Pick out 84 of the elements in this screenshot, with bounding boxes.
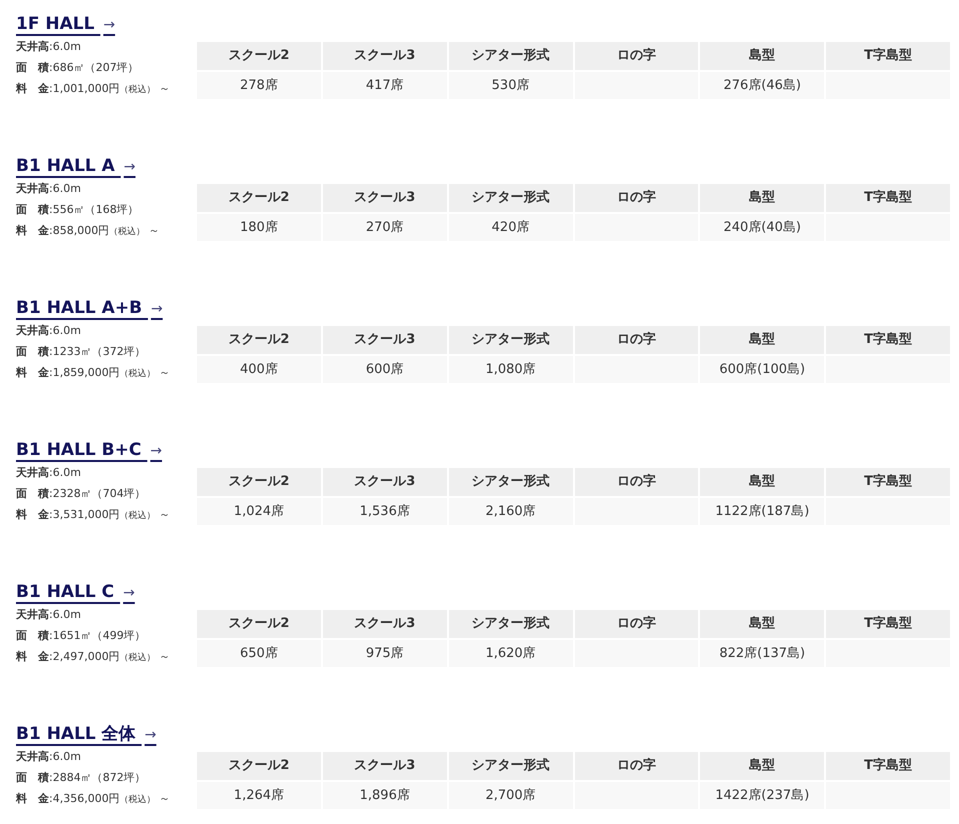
- column-header: ロの字: [574, 468, 698, 496]
- column-header: 島型: [700, 326, 824, 354]
- table-cell: 2,700席: [448, 782, 572, 809]
- column-header: シアター形式: [448, 752, 572, 780]
- column-header: シアター形式: [448, 42, 572, 70]
- table-cell: 822席(137島): [700, 640, 824, 667]
- hall-link[interactable]: B1 HALL C →: [16, 580, 135, 604]
- hall-link[interactable]: B1 HALL A+B →: [16, 296, 163, 320]
- column-header: スクール3: [322, 752, 447, 780]
- table-cell: 270席: [322, 214, 447, 241]
- info-line: 天井高:6.0m: [16, 39, 82, 55]
- table-cell: 530席: [448, 72, 572, 99]
- column-header: スクール2: [197, 326, 321, 354]
- table-cell: 600席: [322, 356, 447, 383]
- info-line: 天井高:6.0m: [16, 749, 82, 765]
- column-header: T字島型: [826, 326, 950, 354]
- column-header: スクール3: [322, 184, 447, 212]
- table-cell: 600席(100島): [700, 356, 824, 383]
- info-line: 料 金:2,497,000円（税込） ～: [16, 649, 172, 665]
- table-cell: 2,160席: [448, 498, 572, 525]
- info-line: 天井高:6.0m: [16, 607, 82, 623]
- column-header: スクール2: [197, 184, 321, 212]
- table-cell: 1,896席: [322, 782, 447, 809]
- info-line: 面 積:1651㎡（499坪）: [16, 628, 147, 644]
- hall-link[interactable]: B1 HALL 全体 →: [16, 722, 156, 746]
- table-cell: 975席: [322, 640, 447, 667]
- column-header: スクール3: [322, 468, 447, 496]
- table-cell: 420席: [448, 214, 572, 241]
- column-header: シアター形式: [448, 326, 572, 354]
- info-line: 面 積:2884㎡（872坪）: [16, 770, 147, 786]
- info-line: 料 金:1,859,000円（税込） ～: [16, 365, 172, 381]
- info-line: 面 積:556㎡（168坪）: [16, 202, 140, 218]
- table-cell: 278席: [197, 72, 321, 99]
- hall-link[interactable]: 1F HALL →: [16, 12, 116, 36]
- column-header: 島型: [700, 42, 824, 70]
- column-header: 島型: [700, 184, 824, 212]
- info-line: 料 金:4,356,000円（税込） ～: [16, 791, 172, 807]
- column-header: T字島型: [826, 184, 950, 212]
- table-cell: 400席: [197, 356, 321, 383]
- info-line: 天井高:6.0m: [16, 181, 82, 197]
- column-header: スクール2: [197, 468, 321, 496]
- column-header: ロの字: [574, 752, 698, 780]
- table-cell: 1,024席: [197, 498, 321, 525]
- column-header: T字島型: [826, 468, 950, 496]
- info-line: 料 金:858,000円（税込） ～: [16, 223, 161, 239]
- column-header: シアター形式: [448, 610, 572, 638]
- column-header: T字島型: [826, 752, 950, 780]
- column-header: 島型: [700, 752, 824, 780]
- info-line: 天井高:6.0m: [16, 465, 82, 481]
- column-header: 島型: [700, 468, 824, 496]
- info-line: 面 積:2328㎡（704坪）: [16, 486, 147, 502]
- column-header: ロの字: [574, 326, 698, 354]
- table-cell: 1,080席: [448, 356, 572, 383]
- column-header: スクール2: [197, 752, 321, 780]
- info-line: 料 金:1,001,000円（税込） ～: [16, 81, 172, 97]
- column-header: ロの字: [574, 610, 698, 638]
- column-header: スクール3: [322, 610, 447, 638]
- table-cell: 650席: [197, 640, 321, 667]
- column-header: 島型: [700, 610, 824, 638]
- table-cell: 1,620席: [448, 640, 572, 667]
- table-cell: 1,536席: [322, 498, 447, 525]
- table-cell: 276席(46島): [700, 72, 824, 99]
- column-header: シアター形式: [448, 184, 572, 212]
- table-cell: 417席: [322, 72, 447, 99]
- column-header: スクール2: [197, 610, 321, 638]
- column-header: T字島型: [826, 42, 950, 70]
- table-cell: 180席: [197, 214, 321, 241]
- column-header: シアター形式: [448, 468, 572, 496]
- column-header: スクール3: [322, 326, 447, 354]
- column-header: スクール2: [197, 42, 321, 70]
- info-line: 天井高:6.0m: [16, 323, 82, 339]
- info-line: 料 金:3,531,000円（税込） ～: [16, 507, 172, 523]
- column-header: スクール3: [322, 42, 447, 70]
- hall-link[interactable]: B1 HALL B+C →: [16, 438, 162, 462]
- hall-link[interactable]: B1 HALL A →: [16, 154, 136, 178]
- table-cell: 1422席(237島): [700, 782, 824, 809]
- column-header: ロの字: [574, 42, 698, 70]
- info-line: 面 積:1233㎡（372坪）: [16, 344, 147, 360]
- table-cell: 1122席(187島): [700, 498, 824, 525]
- column-header: ロの字: [574, 184, 698, 212]
- table-cell: 240席(40島): [700, 214, 824, 241]
- info-line: 面 積:686㎡（207坪）: [16, 60, 140, 76]
- column-header: T字島型: [826, 610, 950, 638]
- table-cell: 1,264席: [197, 782, 321, 809]
